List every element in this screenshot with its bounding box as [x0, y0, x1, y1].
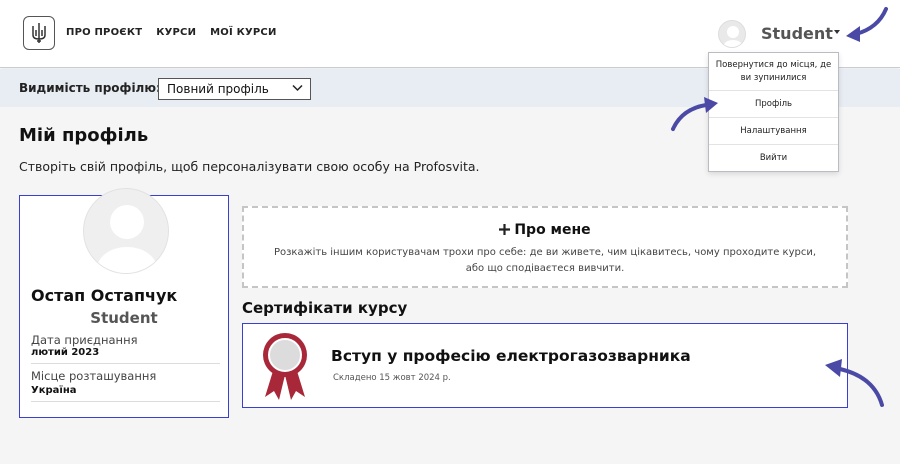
about-me-box[interactable]: Про мене Розкажіть іншим користувачам тр… [242, 206, 848, 288]
main-nav: ПРО ПРОЄКТ КУРСИ МОЇ КУРСИ [66, 27, 277, 38]
location-label: Місце розташування [31, 369, 157, 383]
visibility-selected-value: Повний профіль [167, 82, 269, 96]
about-me-prompt: Розкажіть іншим користувачам трохи про с… [273, 247, 817, 274]
menu-item-settings[interactable]: Налаштування [709, 118, 838, 145]
divider [31, 363, 220, 364]
menu-item-logout[interactable]: Вийти [709, 145, 838, 172]
certificates-heading: Сертифікати курсу [242, 299, 408, 317]
chevron-down-icon [292, 84, 303, 92]
trident-logo-icon[interactable] [23, 16, 55, 50]
user-avatar[interactable] [718, 20, 746, 48]
profile-role: Student [90, 309, 158, 327]
profile-card: Остап Остапчук Student Дата приєднання л… [19, 188, 229, 418]
page-subtitle: Створіть свій профіль, щоб персоналізува… [19, 159, 480, 174]
page-title: Мій профіль [19, 125, 149, 146]
pointer-arrow-icon [671, 97, 718, 131]
plus-icon [499, 224, 511, 235]
nav-courses[interactable]: КУРСИ [156, 27, 196, 38]
profile-name: Остап Остапчук [31, 286, 178, 305]
location-value: Україна [31, 385, 77, 396]
pointer-arrow-icon [846, 7, 888, 42]
certificate-ribbon-icon [263, 333, 307, 400]
divider [31, 401, 220, 402]
about-me-title-text: Про мене [514, 222, 591, 238]
chevron-down-icon[interactable] [834, 30, 840, 34]
nav-my-courses[interactable]: МОЇ КУРСИ [210, 27, 276, 38]
joined-value: лютий 2023 [31, 347, 100, 358]
pointer-arrow-icon [825, 359, 884, 407]
menu-item-resume[interactable]: Повернутися до місця, де ви зупинилися [709, 53, 838, 91]
avatar-placeholder-icon [723, 26, 743, 47]
joined-label: Дата приєднання [31, 333, 138, 347]
nav-about-project[interactable]: ПРО ПРОЄКТ [66, 27, 142, 38]
certificate-card[interactable]: Вступ у професію електрогазозварника Скл… [242, 323, 848, 408]
menu-item-profile[interactable]: Профіль [709, 91, 838, 118]
visibility-label: Видимість профілю: [19, 81, 161, 95]
profile-avatar[interactable] [83, 188, 169, 274]
avatar-placeholder-icon [97, 205, 157, 273]
about-me-title: Про мене [244, 222, 846, 238]
user-dropdown-menu: Повернутися до місця, де ви зупинилися П… [708, 52, 839, 172]
certificate-title[interactable]: Вступ у професію електрогазозварника [331, 347, 691, 365]
visibility-select[interactable]: Повний профіль [158, 78, 311, 100]
certificate-date: Складено 15 жовт 2024 р. [333, 373, 451, 383]
user-menu-username[interactable]: Student [761, 24, 833, 43]
